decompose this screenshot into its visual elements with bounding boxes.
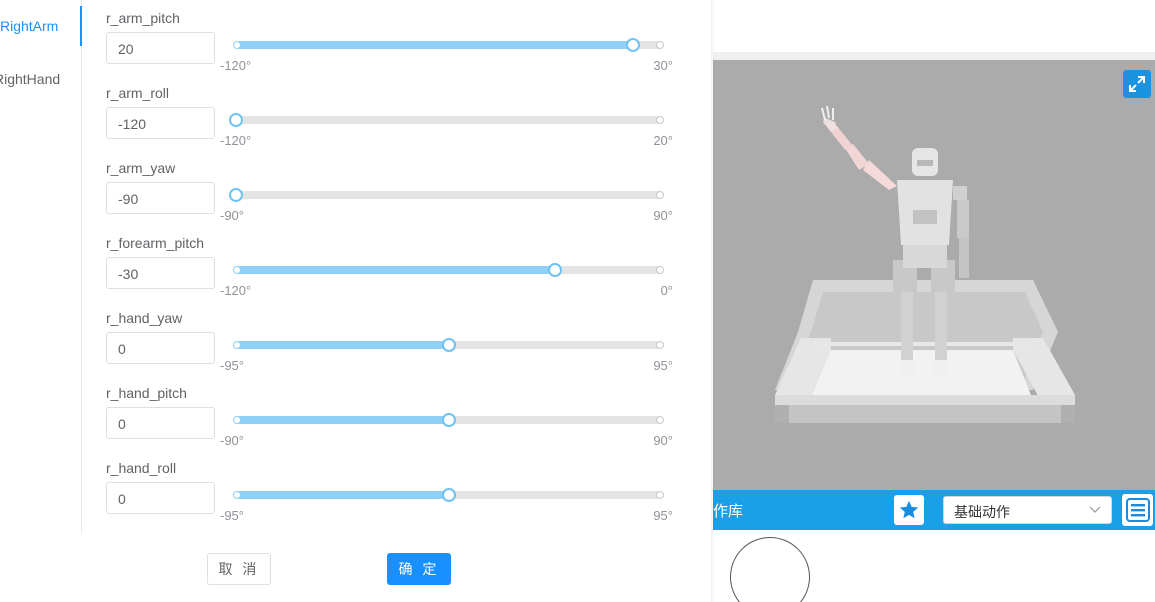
joint-row: r_hand_yaw 0 -95° 95°: [106, 310, 696, 385]
active-tab-indicator: [80, 6, 82, 46]
side-tabs: RightArm RightHand: [0, 0, 82, 533]
slider-start-dot: [233, 416, 241, 424]
slider-end-dot: [656, 491, 664, 499]
joint-slider[interactable]: -90° 90°: [220, 411, 673, 448]
slider-max-label: 95°: [653, 508, 673, 523]
favorite-button[interactable]: [894, 495, 924, 525]
joint-label: r_hand_yaw: [106, 310, 183, 326]
joint-row: r_forearm_pitch -30 -120° 0°: [106, 235, 696, 310]
joint-slider[interactable]: -120° 30°: [220, 36, 673, 73]
joint-slider[interactable]: -95° 95°: [220, 486, 673, 523]
hamburger-menu-icon: [1125, 498, 1150, 522]
slider-start-dot: [233, 41, 241, 49]
robot-scene: [775, 105, 1075, 423]
top-area: [713, 0, 1155, 52]
joint-label: r_hand_pitch: [106, 385, 187, 401]
slider-end-dot: [656, 116, 664, 124]
slider-max-label: 90°: [653, 208, 673, 223]
slider-min-label: -120°: [220, 283, 252, 298]
joint-value-input[interactable]: 0: [106, 407, 215, 439]
slider-thumb[interactable]: [229, 188, 243, 202]
slider-thumb[interactable]: [229, 113, 243, 127]
dialog-shadow: [711, 0, 715, 602]
expand-icon: [1129, 76, 1145, 92]
slider-start-dot: [233, 266, 241, 274]
chevron-down-icon: [1089, 506, 1101, 513]
joint-value-input[interactable]: 0: [106, 482, 215, 514]
joint-value-input[interactable]: -30: [106, 257, 215, 289]
slider-fill: [236, 41, 633, 49]
action-category-value: 基础动作: [954, 504, 1010, 520]
joint-row: r_arm_yaw -90 -90° 90°: [106, 160, 696, 235]
slider-start-dot: [233, 491, 241, 499]
slider-thumb[interactable]: [441, 488, 456, 502]
slider-thumb[interactable]: [625, 38, 640, 52]
slider-end-dot: [656, 341, 664, 349]
slider-track: [236, 191, 661, 199]
slider-fill: [236, 266, 555, 274]
slider-end-dot: [656, 41, 664, 49]
slider-thumb[interactable]: [441, 413, 456, 427]
joint-label: r_hand_roll: [106, 460, 177, 476]
slider-fill: [236, 416, 449, 424]
joint-row: r_arm_pitch 20 -120° 30°: [106, 10, 696, 85]
joint-slider[interactable]: -95° 95°: [220, 336, 673, 373]
joint-settings-dialog: RightArm RightHand r_arm_pitch 20 -120° 30°…: [0, 0, 713, 602]
slider-fill: [236, 341, 449, 349]
menu-button[interactable]: [1122, 494, 1153, 526]
joint-row: r_hand_pitch 0 -90° 90°: [106, 385, 696, 460]
slider-min-label: -120°: [220, 133, 252, 148]
tab-right-arm[interactable]: RightArm: [0, 6, 58, 46]
joint-slider[interactable]: -120° 0°: [220, 261, 673, 298]
slider-max-label: 30°: [653, 58, 673, 73]
slider-end-dot: [656, 416, 664, 424]
slider-thumb[interactable]: [441, 338, 456, 352]
joystick-control[interactable]: [730, 537, 810, 602]
joint-row: r_arm_roll -120 -120° 20°: [106, 85, 696, 160]
joint-value-input[interactable]: -120: [106, 107, 215, 139]
slider-max-label: 90°: [653, 433, 673, 448]
slider-min-label: -120°: [220, 58, 252, 73]
joint-value-input[interactable]: 20: [106, 32, 215, 64]
joint-value-input[interactable]: 0: [106, 332, 215, 364]
joint-slider[interactable]: -120° 20°: [220, 111, 673, 148]
top-separator: [713, 52, 1155, 60]
joint-value-input[interactable]: -90: [106, 182, 215, 214]
slider-max-label: 95°: [653, 358, 673, 373]
slider-max-label: 0°: [660, 283, 673, 298]
star-icon: [899, 500, 919, 519]
joint-label: r_arm_pitch: [106, 10, 180, 26]
cancel-button[interactable]: 取 消: [207, 553, 271, 585]
joint-label: r_arm_yaw: [106, 160, 176, 176]
slider-min-label: -95°: [220, 508, 244, 523]
tab-right-hand[interactable]: RightHand: [0, 59, 60, 99]
confirm-button[interactable]: 确 定: [387, 553, 451, 585]
slider-min-label: -95°: [220, 358, 244, 373]
slider-start-dot: [233, 341, 241, 349]
slider-thumb[interactable]: [547, 263, 562, 277]
action-category-select[interactable]: 基础动作: [943, 496, 1112, 524]
action-bar: 作库 基础动作: [713, 490, 1155, 530]
joint-label: r_forearm_pitch: [106, 235, 205, 251]
fullscreen-button[interactable]: [1123, 70, 1151, 98]
slider-max-label: 20°: [653, 133, 673, 148]
slider-fill: [236, 491, 449, 499]
slider-min-label: -90°: [220, 433, 244, 448]
joint-label: r_arm_roll: [106, 85, 170, 101]
slider-end-dot: [656, 191, 664, 199]
slider-track: [236, 116, 661, 124]
slider-min-label: -90°: [220, 208, 244, 223]
joint-row: r_hand_roll 0 -95° 95°: [106, 460, 696, 535]
slider-end-dot: [656, 266, 664, 274]
action-library-title: 作库: [713, 503, 744, 520]
robot-3d-viewer[interactable]: [713, 60, 1155, 490]
joint-slider[interactable]: -90° 90°: [220, 186, 673, 223]
